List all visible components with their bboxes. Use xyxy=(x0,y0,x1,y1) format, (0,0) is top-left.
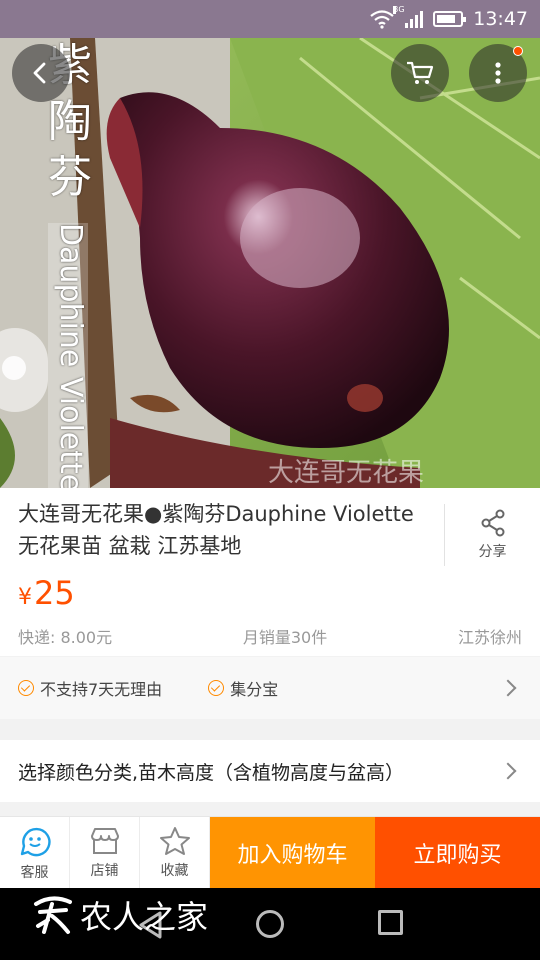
tab-label: 店铺 xyxy=(90,863,119,879)
product-title: 大连哥无花果●紫陶芬Dauphine Violette 无花果苗 盆栽 江苏基地 xyxy=(18,502,414,558)
brand-logo-icon xyxy=(34,896,72,934)
currency-symbol: ¥ xyxy=(18,585,32,610)
battery-icon xyxy=(433,11,467,27)
image-watermark: 大连哥无花果 xyxy=(268,458,425,488)
product-image[interactable]: 紫陶芬 Dauphine Violette 大连哥无花果 xyxy=(0,38,540,488)
system-nav-bar: 农人之家 xyxy=(0,888,540,960)
service-label: 不支持7天无理由 xyxy=(40,680,163,699)
share-button[interactable]: 分享 xyxy=(444,504,540,566)
product-info: 大连哥无花果●紫陶芬Dauphine Violette 无花果苗 盆栽 江苏基地… xyxy=(0,488,540,656)
back-button[interactable] xyxy=(12,44,70,102)
share-icon xyxy=(481,509,504,537)
brand-watermark: 农人之家 xyxy=(30,892,208,938)
tab-shop[interactable]: 店铺 xyxy=(70,817,140,889)
signal-icon: 3G xyxy=(393,6,424,28)
price-value: 25 xyxy=(34,574,75,612)
ship-from-location: 江苏徐州 xyxy=(457,628,522,647)
service-label: 集分宝 xyxy=(230,680,279,699)
price: ¥25 xyxy=(18,574,75,612)
notification-dot xyxy=(513,46,523,56)
more-button[interactable] xyxy=(469,44,527,102)
gallery-pull-tab[interactable] xyxy=(0,328,48,412)
sku-selector[interactable]: 选择颜色分类,苗木高度（含植物高度与盆高） xyxy=(0,740,540,802)
back-arrow-icon xyxy=(33,62,46,84)
nav-home-icon[interactable] xyxy=(256,910,284,938)
shop-icon xyxy=(90,828,119,854)
tab-label: 收藏 xyxy=(160,863,189,879)
chevron-right-icon xyxy=(499,679,517,697)
tab-favorite[interactable]: 收藏 xyxy=(140,817,210,889)
check-circle-icon xyxy=(18,680,34,696)
network-type: 3G xyxy=(393,5,405,14)
more-icon xyxy=(495,62,501,84)
service-item: 不支持7天无理由 xyxy=(18,676,162,700)
shipping-fee: 快递: 8.00元 xyxy=(18,628,113,647)
wifi-icon xyxy=(370,10,394,29)
status-bar: 3G 13:47 xyxy=(0,0,540,38)
star-icon xyxy=(159,827,190,855)
monthly-sales: 月销量30件 xyxy=(242,628,328,647)
product-meta: 快递: 8.00元 月销量30件 江苏徐州 xyxy=(18,624,522,648)
service-row[interactable]: 不支持7天无理由 集分宝 xyxy=(0,657,540,719)
sku-label: 选择颜色分类,苗木高度（含植物高度与盆高） xyxy=(18,761,405,784)
bottom-action-bar: 客服 店铺 收藏 加入购物车 立即购买 xyxy=(0,816,540,889)
share-label: 分享 xyxy=(478,544,507,560)
buy-now-button[interactable]: 立即购买 xyxy=(375,817,540,889)
image-caption-en-band: Dauphine Violette xyxy=(48,223,88,488)
check-circle-icon xyxy=(208,680,225,696)
tab-customer-service[interactable]: 客服 xyxy=(0,817,70,889)
service-item: 集分宝 xyxy=(208,676,278,700)
image-caption-en: Dauphine Violette xyxy=(53,223,88,488)
nav-recents-icon[interactable] xyxy=(378,910,403,935)
add-to-cart-button[interactable]: 加入购物车 xyxy=(210,817,375,889)
brand-name: 农人之家 xyxy=(80,898,209,936)
tab-label: 客服 xyxy=(20,865,49,881)
customer-service-icon xyxy=(20,827,51,857)
cart-button[interactable] xyxy=(391,44,449,102)
chevron-right-icon xyxy=(499,762,517,780)
screen: 3G 13:47 紫陶芬 Dauphine Violette 大连哥无花果 大连… xyxy=(0,0,540,960)
clock: 13:47 xyxy=(473,8,528,30)
cart-icon xyxy=(407,61,434,84)
